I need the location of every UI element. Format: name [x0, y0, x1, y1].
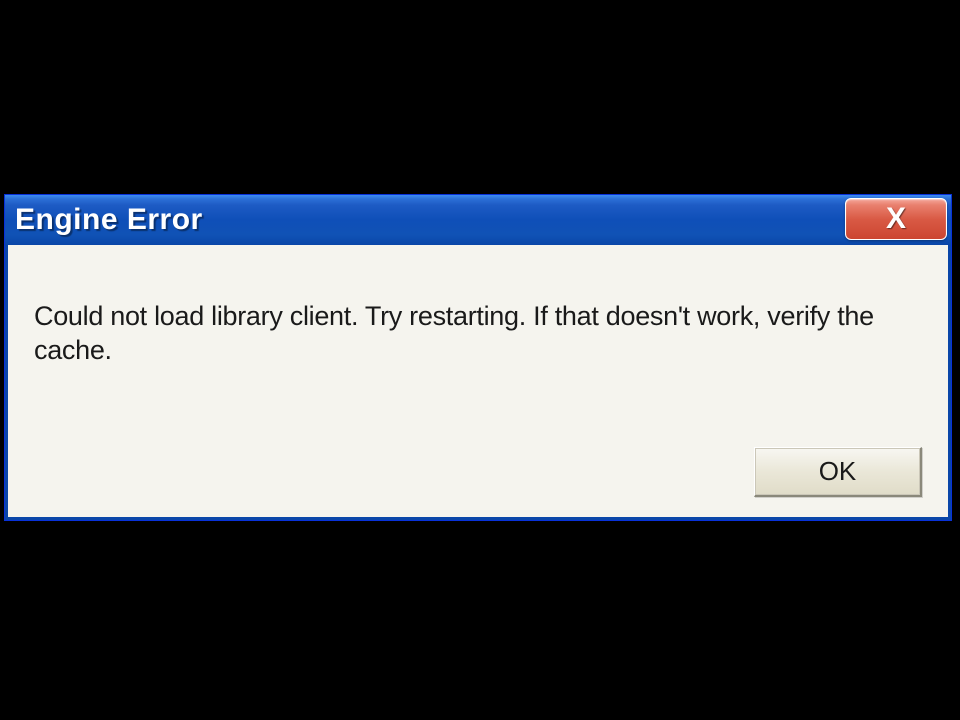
dialog-titlebar[interactable]: Engine Error X	[5, 195, 951, 245]
close-button[interactable]: X	[845, 198, 947, 240]
dialog-message: Could not load library client. Try resta…	[34, 300, 922, 368]
error-dialog: Engine Error X Could not load library cl…	[4, 194, 952, 521]
ok-button[interactable]: OK	[754, 447, 922, 497]
close-icon: X	[886, 204, 906, 234]
dialog-body: Could not load library client. Try resta…	[5, 245, 951, 520]
dialog-title: Engine Error	[15, 203, 203, 237]
button-row: OK	[754, 447, 922, 497]
